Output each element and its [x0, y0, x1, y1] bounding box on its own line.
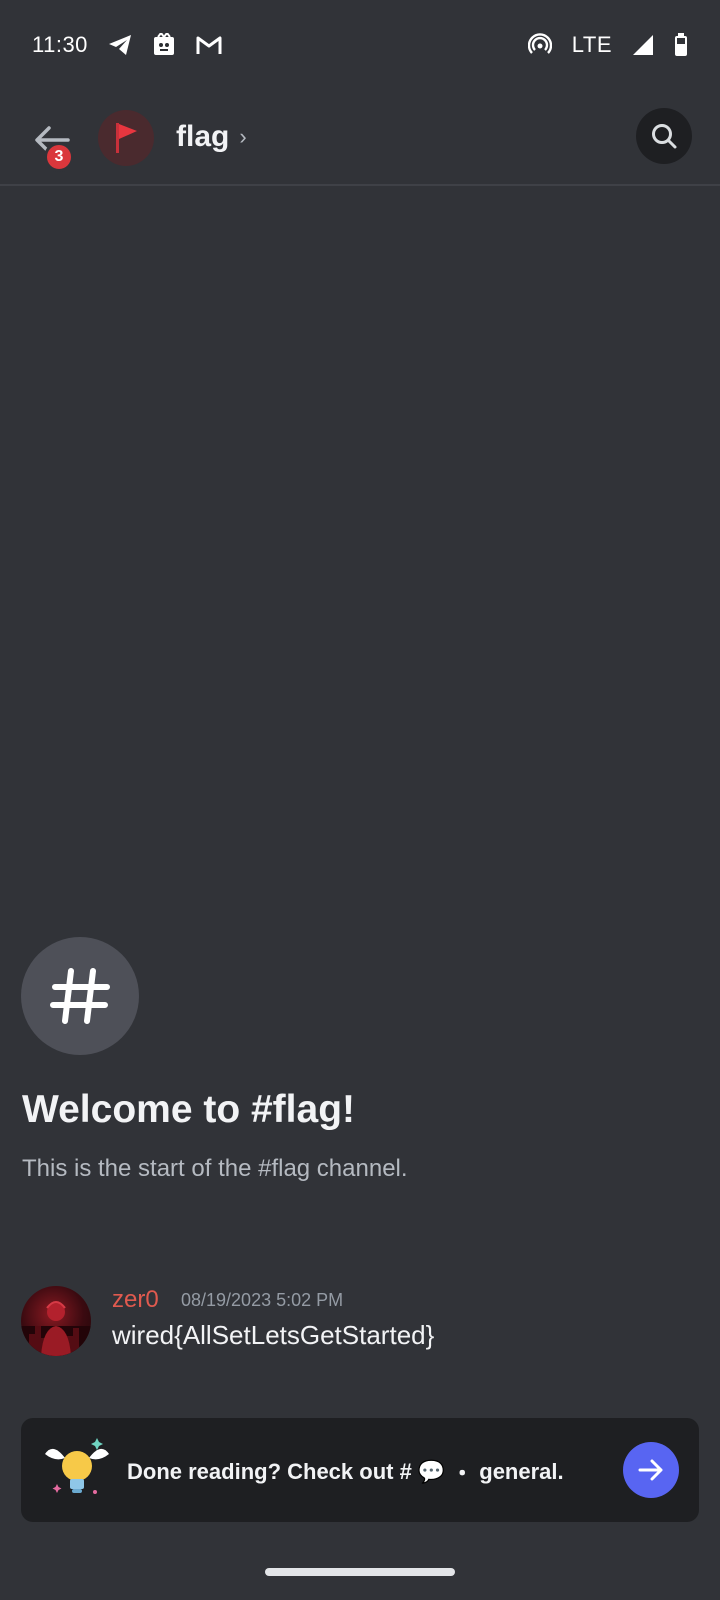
hotspot-icon	[527, 33, 552, 57]
status-bar: 11:30 LTE	[0, 0, 720, 90]
banner-separator: ・	[451, 1461, 474, 1486]
banner-channel-name: general.	[479, 1459, 564, 1484]
message-content: wired{AllSetLetsGetStarted}	[112, 1320, 435, 1350]
channel-name: flag	[176, 120, 230, 153]
status-time: 11:30	[32, 32, 88, 57]
speech-bubble-icon: 💬	[417, 1459, 446, 1484]
welcome-title: Welcome to #flag!	[22, 1088, 356, 1131]
avatar[interactable]	[21, 1286, 91, 1356]
channel-header: 3 flag ›	[0, 96, 720, 186]
message-author[interactable]: zer0	[112, 1286, 159, 1314]
status-left: 11:30	[32, 32, 222, 58]
signal-icon	[632, 34, 654, 56]
search-icon	[652, 124, 677, 149]
channel-avatar[interactable]	[98, 110, 154, 166]
go-to-channel-button[interactable]	[623, 1442, 679, 1498]
home-indicator[interactable]	[265, 1568, 455, 1576]
arrow-right-icon	[638, 1459, 663, 1481]
channel-title[interactable]: flag ›	[176, 120, 247, 154]
status-right: LTE	[527, 32, 688, 58]
message-item[interactable]: zer0 08/19/2023 5:02 PM wired{AllSetLets…	[21, 1286, 701, 1366]
unread-badge: 3	[44, 142, 74, 172]
app-icon	[152, 33, 176, 57]
battery-icon	[674, 33, 688, 57]
banner-text: Done reading? Check out # 💬 ・ general.	[127, 1456, 564, 1488]
network-type: LTE	[571, 32, 612, 57]
search-button[interactable]	[636, 108, 692, 164]
next-channel-banner[interactable]: Done reading? Check out # 💬 ・ general.	[21, 1418, 699, 1522]
discord-channel-screen: 11:30 LTE 3 flag › Welcome to #flag! Thi…	[0, 0, 720, 1600]
flag-icon	[116, 123, 137, 153]
chevron-right-icon: ›	[239, 124, 247, 149]
lightbulb-icon	[39, 1432, 115, 1508]
banner-prefix: Done reading? Check out #	[127, 1459, 412, 1484]
gmail-icon	[196, 35, 222, 55]
channel-hash-icon	[21, 937, 139, 1055]
welcome-subtitle: This is the start of the #flag channel.	[22, 1155, 408, 1182]
message-timestamp: 08/19/2023 5:02 PM	[181, 1290, 344, 1310]
telegram-icon	[108, 34, 132, 56]
